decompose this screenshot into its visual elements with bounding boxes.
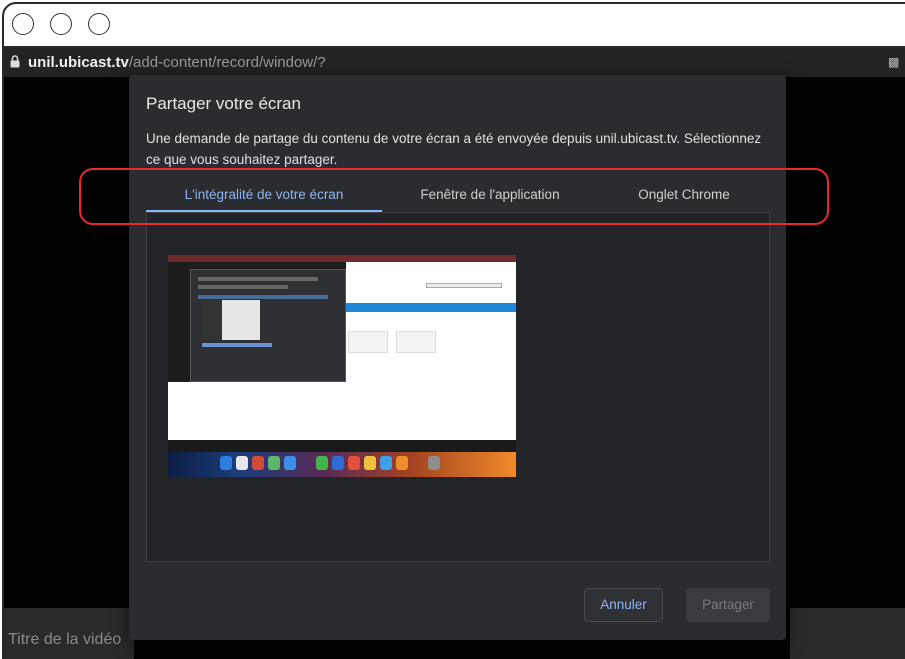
thumb-dock-icon bbox=[428, 456, 440, 470]
thumb-icon-card bbox=[396, 331, 436, 353]
thumb-dock-icon bbox=[364, 456, 376, 470]
tab-entire-screen-label: L'intégralité de votre écran bbox=[184, 187, 344, 202]
window-maximize-button[interactable] bbox=[88, 13, 110, 35]
tab-entire-screen[interactable]: L'intégralité de votre écran bbox=[146, 183, 382, 213]
screen-thumbnail[interactable] bbox=[168, 255, 516, 477]
thumb-tab-line bbox=[198, 295, 328, 299]
thumb-dock-icon bbox=[396, 456, 408, 470]
tab-application-window[interactable]: Fenêtre de l'application bbox=[382, 183, 598, 213]
address-bar[interactable]: unil.ubicast.tv/add-content/record/windo… bbox=[4, 48, 905, 77]
thumb-mini-dark bbox=[202, 300, 222, 340]
thumb-dock-icon bbox=[252, 456, 264, 470]
share-screen-dialog: Partager votre écran Une demande de part… bbox=[129, 75, 786, 640]
url-text[interactable]: unil.ubicast.tv/add-content/record/windo… bbox=[28, 54, 326, 71]
thumb-text-line bbox=[198, 285, 288, 289]
thumb-text-line bbox=[198, 277, 318, 281]
url-path: /add-content/record/window/? bbox=[128, 54, 326, 71]
thumb-dock-icon bbox=[316, 456, 328, 470]
thumb-dock-icon bbox=[380, 456, 392, 470]
thumb-dock-icon bbox=[268, 456, 280, 470]
thumb-search bbox=[426, 283, 502, 288]
thumb-dock-icon bbox=[220, 456, 232, 470]
thumb-statusbar bbox=[168, 440, 516, 452]
dialog-description: Une demande de partage du contenu de vot… bbox=[146, 131, 762, 167]
screen-picker-panel bbox=[146, 213, 770, 562]
tab-chrome-tab[interactable]: Onglet Chrome bbox=[598, 183, 770, 213]
window-titlebar bbox=[4, 4, 905, 48]
thumb-menubar bbox=[168, 255, 516, 262]
lock-icon bbox=[10, 55, 20, 68]
thumb-dock-icon bbox=[284, 456, 296, 470]
tab-chrome-tab-label: Onglet Chrome bbox=[638, 187, 730, 202]
thumb-header-bar bbox=[346, 303, 516, 312]
thumb-dock-icon bbox=[332, 456, 344, 470]
share-source-tabs: L'intégralité de votre écran Fenêtre de … bbox=[146, 183, 770, 213]
extension-icon[interactable]: ▩ bbox=[888, 55, 900, 69]
page-bottom-strip-right bbox=[790, 608, 905, 659]
tab-application-window-label: Fenêtre de l'application bbox=[420, 187, 560, 202]
share-button[interactable]: Partager bbox=[686, 588, 770, 622]
dialog-title: Partager votre écran bbox=[146, 94, 301, 113]
thumb-dock-icon bbox=[348, 456, 360, 470]
cancel-button[interactable]: Annuler bbox=[584, 588, 663, 622]
thumb-mini-dock bbox=[202, 343, 272, 347]
window-minimize-button[interactable] bbox=[50, 13, 72, 35]
thumb-icon-card bbox=[348, 331, 388, 353]
video-title-field[interactable]: Titre de la vidéo bbox=[8, 631, 121, 649]
url-host: unil.ubicast.tv bbox=[28, 54, 129, 71]
window-close-button[interactable] bbox=[12, 13, 34, 35]
thumb-dock-icon bbox=[236, 456, 248, 470]
